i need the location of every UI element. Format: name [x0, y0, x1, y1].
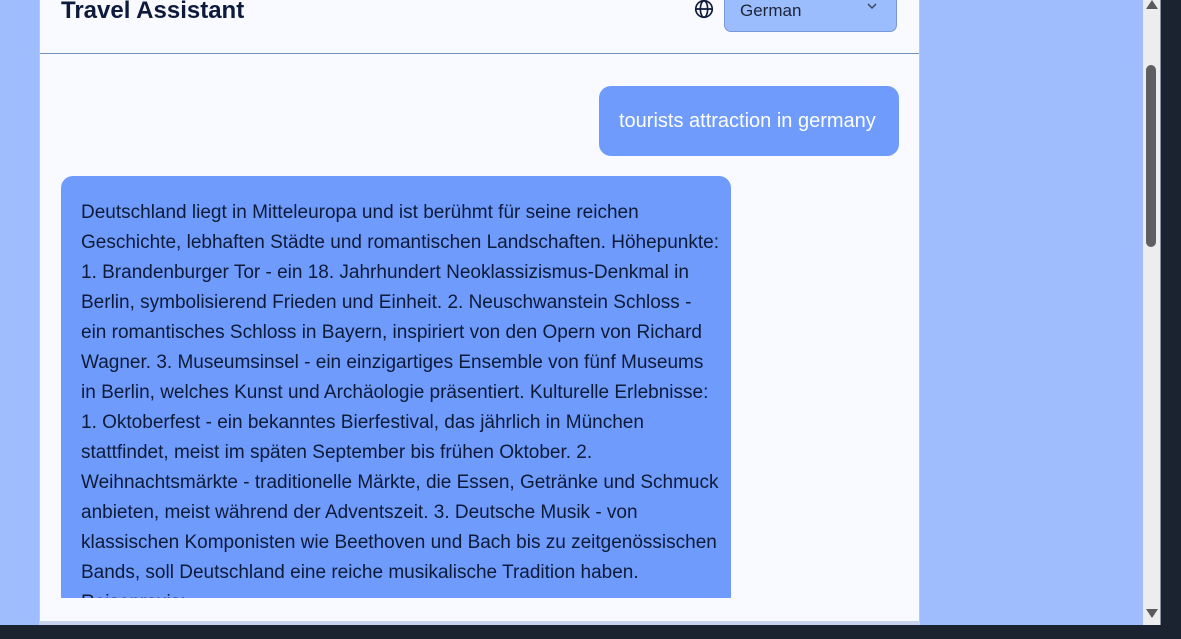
chat-window: Travel Assistant German tourists attract… [39, 0, 920, 622]
page-scrollbar[interactable] [1143, 0, 1161, 625]
window-frame-bottom [0, 625, 1181, 639]
globe-icon [694, 0, 714, 19]
language-select[interactable]: German [724, 0, 897, 32]
assistant-message: Deutschland liegt in Mitteleuropa und is… [61, 176, 731, 598]
language-select-value: German [740, 1, 802, 20]
scroll-up-arrow-icon[interactable] [1146, 0, 1158, 9]
chat-header: Travel Assistant German [40, 0, 919, 54]
app-title: Travel Assistant [61, 0, 245, 24]
chevron-down-icon [867, 3, 877, 10]
scrollbar-thumb[interactable] [1146, 65, 1156, 247]
user-message: tourists attraction in germany [599, 86, 899, 156]
window-frame-right [1161, 0, 1181, 639]
scroll-down-arrow-icon[interactable] [1146, 609, 1158, 618]
chat-messages[interactable]: tourists attraction in germany Deutschla… [40, 53, 919, 598]
